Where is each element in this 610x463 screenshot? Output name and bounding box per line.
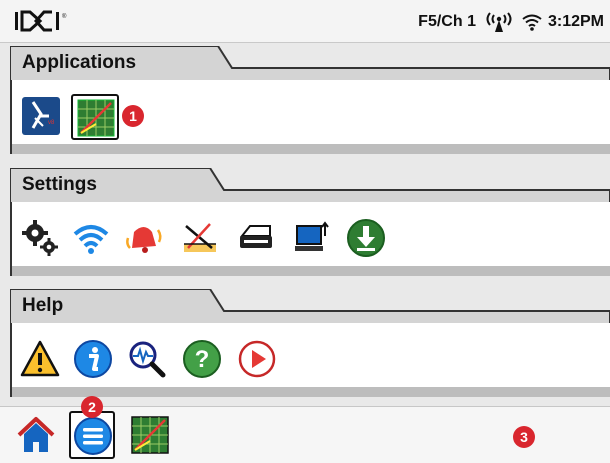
diagnostics-icon[interactable] bbox=[127, 339, 167, 379]
applications-strip bbox=[10, 144, 610, 154]
callout-2: 2 bbox=[81, 396, 103, 418]
menu-icon[interactable] bbox=[73, 416, 113, 456]
play-video-icon[interactable] bbox=[237, 339, 277, 379]
help-title: Help bbox=[22, 295, 64, 316]
signal-antenna-icon bbox=[486, 12, 512, 32]
printer-icon[interactable] bbox=[236, 218, 276, 258]
settings-strip bbox=[10, 266, 610, 276]
clock: 3:12PM bbox=[547, 13, 604, 30]
callout-1: 1 bbox=[122, 105, 144, 127]
settings-title: Settings bbox=[22, 174, 97, 195]
help-tab bbox=[10, 289, 610, 323]
target-steering-app-icon[interactable] bbox=[76, 98, 116, 138]
settings-section: Settings bbox=[10, 168, 610, 282]
gear-settings-icon[interactable] bbox=[20, 218, 60, 258]
svg-text:v8: v8 bbox=[48, 120, 55, 126]
home-icon[interactable] bbox=[16, 415, 56, 455]
alert-volume-icon[interactable] bbox=[124, 218, 164, 258]
info-icon[interactable] bbox=[73, 339, 113, 379]
applications-title: Applications bbox=[22, 52, 137, 73]
computer-transfer-icon[interactable] bbox=[291, 218, 331, 258]
help-strip bbox=[10, 387, 610, 397]
dci-logo: ® bbox=[15, 10, 67, 32]
svg-text:?: ? bbox=[195, 346, 210, 373]
menu-button-selected[interactable] bbox=[69, 411, 115, 459]
wifi-icon bbox=[522, 14, 542, 31]
pitch-settings-icon[interactable] bbox=[180, 218, 220, 258]
status-indicators: F5/Ch 1 3:12PM bbox=[418, 11, 604, 33]
status-bar: ® F5/Ch 1 3:12PM bbox=[0, 0, 610, 43]
warning-icon[interactable] bbox=[20, 339, 60, 379]
frequency-channel-label: F5/Ch 1 bbox=[418, 13, 476, 30]
help-icon[interactable]: ? bbox=[182, 339, 222, 379]
svg-text:®: ® bbox=[62, 13, 67, 20]
callout-3: 3 bbox=[513, 426, 535, 448]
help-section: Help ? bbox=[10, 289, 610, 403]
download-icon[interactable] bbox=[346, 218, 386, 258]
settings-tab bbox=[10, 168, 610, 202]
target-steering-icon[interactable] bbox=[130, 415, 170, 455]
applications-section: Applications v8 1 bbox=[10, 46, 610, 160]
target-steering-app-selected[interactable] bbox=[71, 94, 119, 140]
locate-app-icon[interactable]: v8 bbox=[21, 96, 61, 136]
wireless-icon[interactable] bbox=[71, 218, 111, 258]
